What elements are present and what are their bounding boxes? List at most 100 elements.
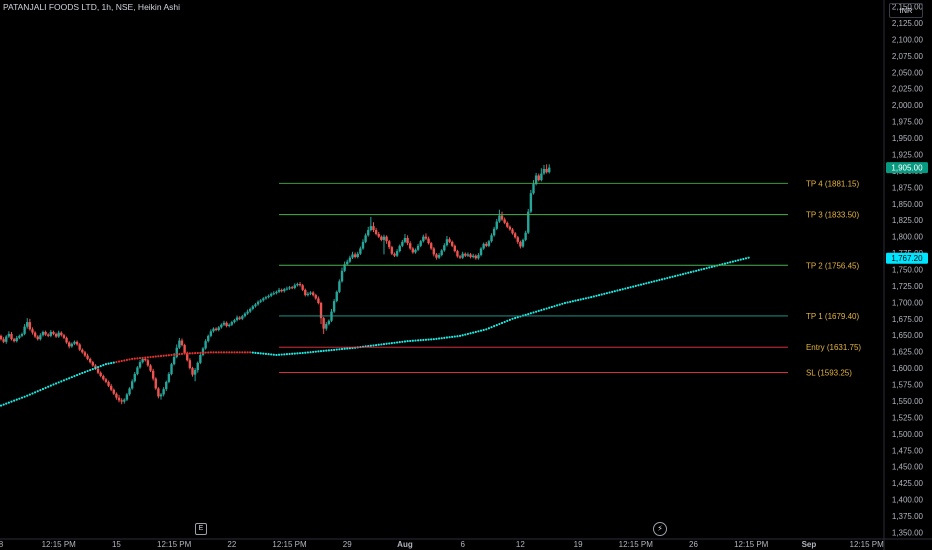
ma-dot bbox=[178, 353, 181, 356]
ma-dot bbox=[251, 351, 254, 354]
candle-body bbox=[78, 344, 81, 350]
candle-body bbox=[91, 362, 95, 366]
ma-dot bbox=[443, 336, 446, 339]
event-badge[interactable]: E bbox=[195, 523, 207, 535]
ma-dot bbox=[679, 273, 682, 276]
candle-body bbox=[424, 236, 428, 239]
ma-dot bbox=[333, 348, 336, 351]
ma-dot bbox=[41, 387, 45, 391]
candle-body bbox=[419, 241, 422, 246]
candle-body bbox=[364, 235, 367, 242]
ma-dot bbox=[603, 292, 606, 295]
ma-dot bbox=[10, 400, 13, 403]
ma-dot bbox=[406, 340, 409, 343]
candle-body bbox=[351, 254, 354, 258]
candle-body bbox=[20, 333, 24, 336]
candle-body bbox=[5, 336, 8, 342]
time-tick-label: 26 bbox=[689, 540, 698, 549]
candle-body bbox=[277, 289, 281, 292]
ma-dot bbox=[44, 386, 47, 389]
ma-dot bbox=[642, 282, 645, 286]
candle-body bbox=[209, 331, 213, 336]
ma-dot bbox=[498, 322, 501, 326]
candle-body bbox=[513, 233, 517, 238]
ma-dot bbox=[194, 352, 197, 355]
candle-body bbox=[149, 365, 152, 371]
candle-body bbox=[521, 239, 525, 247]
ma-dot bbox=[398, 341, 401, 344]
ma-dot bbox=[230, 351, 233, 354]
ma-dot bbox=[448, 336, 451, 339]
time-tick-label: Aug bbox=[397, 540, 413, 549]
ma-dot bbox=[112, 361, 115, 364]
candle-body bbox=[167, 374, 171, 382]
candle-body bbox=[73, 341, 76, 344]
ma-dot bbox=[613, 290, 616, 293]
candle-body bbox=[382, 236, 386, 240]
candle-body bbox=[390, 247, 394, 254]
time-tick-label: 12:15 PM bbox=[850, 540, 885, 549]
ma-dot bbox=[152, 355, 155, 358]
candle-body bbox=[12, 339, 16, 342]
ma-dot bbox=[36, 390, 39, 393]
candle-body bbox=[0, 335, 3, 340]
ma-dot bbox=[18, 397, 21, 400]
time-tick-label: 8 bbox=[0, 540, 4, 549]
candle-body bbox=[41, 331, 45, 336]
ma-dot bbox=[684, 272, 687, 275]
price-chart[interactable]: TP 4 (1881.15) TP 3 (1833.50) TP 2 (1756.4… bbox=[0, 0, 932, 550]
price-tick-label: 2,025.00 bbox=[892, 85, 924, 94]
ma-dot bbox=[653, 280, 656, 283]
ma-dot bbox=[144, 356, 147, 359]
candle-body bbox=[537, 175, 540, 181]
candle-body bbox=[314, 295, 317, 299]
ma-dot bbox=[666, 276, 669, 280]
candle-body bbox=[23, 326, 26, 334]
candle-body bbox=[477, 255, 480, 259]
ma-dot bbox=[272, 353, 275, 356]
ma-dot bbox=[639, 283, 643, 286]
candle-body bbox=[338, 281, 341, 292]
candle-body bbox=[416, 245, 420, 250]
candle-body bbox=[411, 248, 415, 253]
ma-dot bbox=[626, 286, 630, 290]
ma-dot bbox=[432, 338, 435, 341]
ma-dot bbox=[742, 257, 745, 261]
ma-dot bbox=[590, 296, 593, 299]
candle-body bbox=[519, 241, 522, 247]
currency-button[interactable]: INR bbox=[889, 3, 923, 18]
time-tick-label: 15 bbox=[112, 540, 121, 549]
ma-dot bbox=[7, 401, 10, 404]
candle-body bbox=[317, 298, 320, 304]
ma-dot bbox=[482, 328, 485, 332]
ma-dot bbox=[146, 356, 149, 359]
ma-dot bbox=[238, 351, 241, 354]
ma-dot bbox=[296, 352, 299, 355]
candle-body bbox=[435, 254, 438, 258]
candle-body bbox=[492, 228, 496, 236]
ma-dot bbox=[13, 399, 16, 402]
ma-dot bbox=[401, 340, 404, 343]
ma-dot bbox=[291, 352, 294, 355]
ma-dot bbox=[65, 378, 68, 381]
ma-dot bbox=[380, 343, 383, 346]
ma-dot bbox=[60, 380, 63, 383]
ma-dot bbox=[674, 274, 677, 278]
ma-dot bbox=[597, 294, 601, 297]
candle-body bbox=[112, 389, 115, 394]
ma-dot bbox=[57, 381, 60, 384]
candle-body bbox=[290, 287, 294, 289]
ma-dot bbox=[500, 321, 504, 325]
ma-dot bbox=[537, 309, 540, 313]
candle-body bbox=[374, 230, 378, 235]
candle-body bbox=[296, 283, 299, 286]
candle-body bbox=[165, 381, 168, 390]
ma-dot bbox=[319, 350, 323, 353]
ma-dot bbox=[39, 389, 42, 392]
candle-body bbox=[482, 243, 485, 249]
candle-body bbox=[285, 288, 289, 290]
ma-dot bbox=[133, 357, 136, 360]
candle-body bbox=[264, 297, 268, 299]
lightning-icon[interactable]: ⚡ bbox=[653, 522, 667, 536]
ma-dot bbox=[183, 352, 186, 355]
